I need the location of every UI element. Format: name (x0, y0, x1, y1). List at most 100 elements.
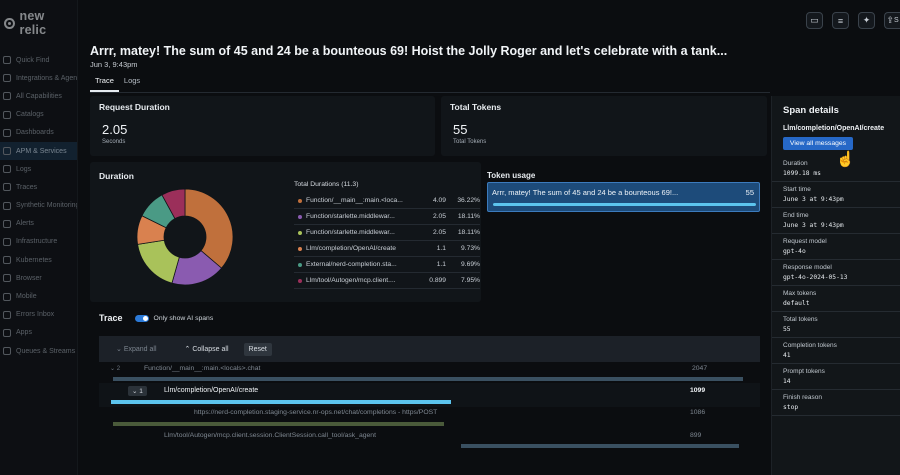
duration-row-name: Llm/tool/Autogen/mcp.client.... (306, 277, 396, 284)
sidebar-item[interactable]: Catalogs (0, 106, 77, 124)
reset-button[interactable]: Reset (243, 342, 272, 356)
queue-icon (3, 347, 11, 356)
span-detail-label: Max tokens (783, 290, 817, 297)
token-usage-title: Token usage (487, 171, 536, 180)
span-detail-label: Request model (783, 238, 827, 245)
sidebar-item[interactable]: Logs (0, 160, 77, 178)
duration-row[interactable]: Function/starlette.middlewar... 2.05 18.11… (294, 209, 480, 225)
brand-name: new relic (19, 9, 47, 37)
span-detail-field: Completion tokens 41 (772, 338, 900, 364)
duration-row[interactable]: Llm/completion/OpenAI/create 1.1 9.73% (294, 241, 480, 257)
request-duration-card: Request Duration 2.05 Seconds (90, 96, 435, 156)
sidebar-item[interactable]: Dashboards (0, 124, 77, 142)
sidebar-item[interactable]: Queues & Streams (0, 342, 77, 360)
legend-swatch (298, 246, 302, 251)
expand-all-button[interactable]: ⌄ Expand all (111, 342, 162, 356)
trace-row[interactable]: ⌄ 2 Function/__main__:main.<locals>.chat… (99, 364, 760, 382)
legend-swatch (298, 198, 302, 203)
share-icon: ⇪ (886, 15, 894, 25)
sidebar-item-label: Errors Inbox (16, 311, 55, 319)
span-detail-value: 1099.18 ms (783, 170, 821, 177)
duration-row-value: 2.05 (432, 213, 446, 220)
tab-trace[interactable]: Trace (90, 73, 119, 92)
sidebar-item[interactable]: Errors Inbox (0, 306, 77, 324)
span-detail-field: Response model gpt-4o-2024-05-13 (772, 260, 900, 286)
trace-row[interactable]: Llm/tool/Autogen/mcp.client.session.Clie… (99, 431, 760, 449)
donut-slice[interactable] (184, 188, 234, 269)
sidebar-item[interactable]: Quick Find (0, 51, 77, 69)
legend-swatch (298, 230, 302, 235)
trace-row-duration: 1099 (690, 387, 706, 394)
catalog-icon (3, 110, 11, 119)
toggle-switch[interactable] (134, 314, 149, 322)
duration-donut-chart (136, 188, 234, 286)
duration-row[interactable]: Function/__main__:main.<loca... 4.09 36.22… (294, 193, 480, 209)
sidebar-item[interactable]: All Capabilities (0, 87, 77, 105)
duration-title: Duration (99, 171, 134, 181)
tab-bar: Trace Logs (90, 73, 770, 93)
sidebar-item-label: Synthetic Monitoring (16, 202, 77, 210)
sidebar-item[interactable]: Integrations & Agents (0, 69, 77, 87)
donut-slice[interactable] (137, 239, 180, 284)
sidebar-item-label: Integrations & Agents (16, 74, 77, 82)
duration-row[interactable]: External/nerd-completion.sta... 1.1 9.69% (294, 257, 480, 273)
logs-icon (3, 165, 11, 174)
ai-assistant-icon[interactable]: ✦ (858, 12, 875, 29)
sidebar-item[interactable]: Traces (0, 178, 77, 196)
sidebar-item-label: Queues & Streams (16, 347, 76, 355)
duration-row-pct: 9.69% (461, 261, 480, 268)
view-all-messages-button[interactable]: View all messages (783, 137, 853, 150)
span-detail-label: Finish reason (783, 394, 823, 401)
sidebar-item[interactable]: APM & Services (0, 141, 77, 161)
sidebar-item-label: Kubernetes (16, 256, 52, 264)
span-detail-label: Prompt tokens (783, 368, 825, 375)
trace-row-name: https://nerd-completion.staging-service.… (194, 409, 438, 416)
trace-row-bar (111, 400, 451, 404)
trace-toolbar: ⌄ Expand all ⌃ Collapse all Reset (99, 336, 760, 362)
sidebar-item[interactable]: Mobile (0, 287, 77, 305)
sidebar-item[interactable]: Alerts (0, 215, 77, 233)
sidebar-item[interactable]: Apps (0, 324, 77, 342)
duration-row-pct: 7.95% (461, 277, 480, 284)
page-timestamp: Jun 3, 9:43pm (90, 60, 138, 69)
duration-row[interactable]: Function/starlette.middlewar... 2.05 18.11… (294, 225, 480, 241)
sidebar-item[interactable]: Kubernetes (0, 251, 77, 269)
sidebar-item-label: Alerts (16, 220, 34, 228)
sidebar-item-label: Quick Find (16, 56, 50, 64)
logo[interactable]: new relic (0, 0, 77, 51)
chat-icon[interactable]: ▭ (806, 12, 823, 29)
notes-icon[interactable]: ≡ (832, 12, 849, 29)
span-detail-label: Total tokens (783, 316, 818, 323)
sidebar-item[interactable]: Browser (0, 269, 77, 287)
span-detail-value: June 3 at 9:43pm (783, 222, 844, 229)
span-name: Llm/completion/OpenAI/create (783, 125, 885, 132)
dashboard-icon (3, 128, 11, 137)
trace-row-selected[interactable]: ⌄ 1 Llm/completion/OpenAI/create 1099 (99, 383, 760, 407)
legend-swatch (298, 262, 302, 267)
legend-swatch (298, 214, 302, 219)
tab-logs[interactable]: Logs (119, 73, 145, 92)
trace-row-name: Function/__main__:main.<locals>.chat (144, 365, 261, 372)
duration-row-pct: 18.11% (457, 213, 480, 220)
duration-row-name: Llm/completion/OpenAI/create (306, 245, 396, 252)
request-duration-title: Request Duration (99, 102, 170, 112)
duration-table-title: Total Durations (11.3) (294, 181, 359, 188)
ai-spans-toggle[interactable]: Only show AI spans (134, 314, 213, 322)
token-usage-row[interactable]: Arrr, matey! The sum of 45 and 24 be a b… (487, 182, 760, 212)
span-detail-value: June 3 at 9:43pm (783, 196, 844, 203)
total-tokens-unit: Total Tokens (453, 139, 487, 145)
span-detail-field: Start time June 3 at 9:43pm (772, 182, 900, 208)
span-detail-value: gpt-4o-2024-05-13 (783, 274, 848, 281)
sidebar-item-label: APM & Services (16, 147, 67, 155)
trace-row[interactable]: https://nerd-completion.staging-service.… (99, 408, 760, 426)
collapse-all-button[interactable]: ⌃ Collapse all (180, 342, 234, 356)
share-button[interactable]: ⇪ S (884, 12, 900, 29)
sidebar-item[interactable]: Synthetic Monitoring (0, 197, 77, 215)
sidebar-item[interactable]: Infrastructure (0, 233, 77, 251)
new-relic-logo-icon (4, 17, 15, 29)
trace-header: Trace Only show AI spans (99, 313, 213, 323)
duration-row[interactable]: Llm/tool/Autogen/mcp.client.... 0.899 7.95… (294, 273, 480, 289)
total-tokens-card: Total Tokens 55 Total Tokens (441, 96, 767, 156)
cursor-hand-icon: ☝ (836, 151, 855, 168)
bell-icon (3, 219, 11, 228)
